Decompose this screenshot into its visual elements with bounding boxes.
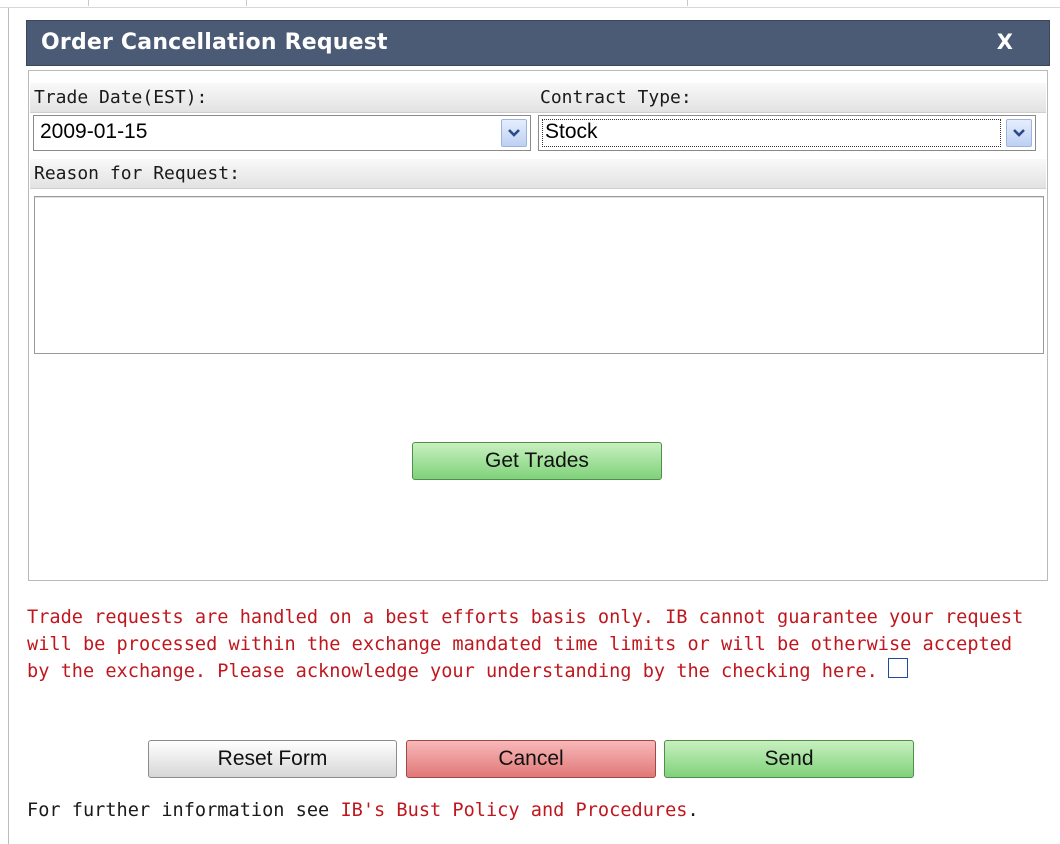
dialog-title: Order Cancellation Request	[41, 30, 388, 55]
trade-date-dropdown-button[interactable]	[501, 119, 527, 147]
dialog-title-bar: Order Cancellation Request X	[26, 20, 1050, 66]
chevron-down-icon	[508, 129, 520, 137]
contract-type-label: Contract Type:	[540, 87, 692, 108]
reason-label-row: Reason for Request:	[30, 159, 1046, 189]
order-cancellation-page: Order Cancellation Request X Trade Date(…	[0, 0, 1060, 844]
window-top-edge	[0, 0, 1060, 8]
contract-type-value: Stock	[545, 120, 598, 143]
footer-info: For further information see IB's Bust Po…	[27, 800, 699, 821]
trade-date-select[interactable]: 2009-01-15	[33, 115, 531, 151]
acknowledgement-notice: Trade requests are handled on a best eff…	[27, 604, 1037, 685]
close-button[interactable]: X	[997, 30, 1013, 54]
footer-suffix: .	[687, 800, 699, 821]
acknowledge-checkbox[interactable]	[887, 657, 908, 678]
divider	[687, 0, 688, 6]
chevron-down-icon	[1013, 129, 1025, 137]
bust-policy-link[interactable]: IB's Bust Policy and Procedures	[340, 800, 687, 821]
trade-date-value: 2009-01-15	[40, 120, 148, 143]
reset-form-button[interactable]: Reset Form	[148, 740, 397, 778]
cancel-button[interactable]: Cancel	[406, 740, 656, 778]
divider	[88, 0, 89, 6]
reason-label: Reason for Request:	[34, 163, 240, 184]
contract-type-select[interactable]: Stock	[538, 115, 1036, 151]
focus-outline	[542, 119, 1001, 147]
notice-text: Trade requests are handled on a best eff…	[27, 607, 1024, 682]
reason-text	[35, 197, 1043, 353]
footer-prefix: For further information see	[27, 800, 341, 821]
request-form-panel: Trade Date(EST): Contract Type: 2009-01-…	[28, 70, 1048, 581]
trade-date-label: Trade Date(EST):	[34, 87, 208, 108]
send-button[interactable]: Send	[664, 740, 914, 778]
contract-type-dropdown-button[interactable]	[1006, 119, 1032, 147]
date-type-label-row: Trade Date(EST): Contract Type:	[30, 83, 1046, 113]
window-left-edge	[8, 8, 9, 844]
get-trades-button[interactable]: Get Trades	[412, 442, 662, 480]
divider	[246, 0, 247, 6]
reason-textarea[interactable]	[34, 196, 1044, 354]
